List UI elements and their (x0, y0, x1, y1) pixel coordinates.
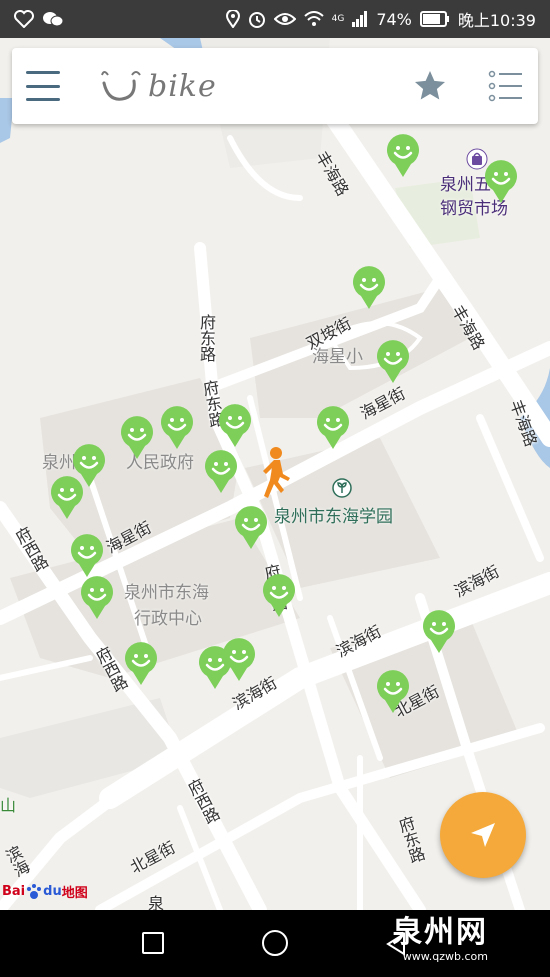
locate-me-button[interactable] (440, 792, 526, 878)
top-app-bar: bike (12, 48, 538, 124)
battery-icon (419, 11, 449, 27)
bike-marker-icon[interactable] (234, 506, 268, 550)
bike-marker-icon[interactable] (204, 450, 238, 494)
bike-marker-icon[interactable] (160, 406, 194, 450)
poi-admin-center-line2: 行政中心 (134, 609, 202, 629)
baidu-bai: Bai (2, 884, 26, 899)
list-menu-icon[interactable] (488, 69, 524, 103)
school-icon (332, 478, 352, 498)
navigation-arrow-icon (471, 823, 495, 847)
eye-icon (273, 13, 296, 25)
bike-marker-icon[interactable] (386, 134, 420, 178)
alarm-icon (248, 12, 265, 28)
app-logo: bike (98, 69, 412, 104)
network-type: 4G (331, 14, 345, 24)
bike-marker-icon[interactable] (70, 534, 104, 578)
bike-marker-icon[interactable] (316, 406, 350, 450)
logo-text: bike (148, 68, 217, 104)
clock-time: 晚上10:39 (457, 11, 536, 30)
road-label-fudong-1: 府东路 (197, 314, 216, 362)
road-label-quan: 泉 (148, 894, 165, 910)
watermark-title: 泉州网 (392, 915, 488, 950)
baidu-du: du (43, 884, 62, 899)
hamburger-menu-icon[interactable] (26, 71, 60, 101)
bike-marker-icon[interactable] (484, 160, 518, 204)
status-right-icons: 4G 74% 晚上10:39 (225, 7, 536, 31)
status-left-icons (14, 10, 64, 28)
home-button[interactable] (262, 930, 288, 956)
bike-marker-icon[interactable] (218, 404, 252, 448)
logo-face-icon (101, 71, 141, 101)
bike-marker-icon[interactable] (262, 574, 296, 618)
battery-percent: 74% (376, 9, 412, 29)
bike-marker-icon[interactable] (222, 638, 256, 682)
favorites-star-icon[interactable] (412, 68, 448, 104)
bike-marker-icon[interactable] (352, 266, 386, 310)
map-view[interactable]: 丰海路 丰海路 丰海路 双垵街 府东路 府东路 府东路 府东路 海星街 海星街 … (0, 38, 550, 910)
poi-donghai-school: 泉州市东海学园 (274, 507, 393, 527)
health-icon (14, 10, 34, 28)
qzwb-watermark: 泉州网 www.qzwb.com (392, 915, 488, 964)
status-bar: 4G 74% 晚上10:39 (0, 0, 550, 38)
bike-marker-icon[interactable] (422, 610, 456, 654)
poi-haixing-school: 海星小 (312, 347, 363, 367)
wifi-icon (303, 11, 324, 26)
bike-marker-icon[interactable] (50, 476, 84, 520)
baidu-paw-icon (27, 883, 42, 899)
signal-icon (352, 11, 368, 27)
user-location-walking-icon (263, 447, 290, 498)
baidu-map-text: 地图 (61, 886, 88, 901)
road-label-mountain: 山 (0, 796, 17, 815)
watermark-url: www.qzwb.com (402, 950, 488, 963)
poi-gov-part1: 泉州 (42, 453, 76, 473)
bike-marker-icon[interactable] (376, 340, 410, 384)
appbar-actions (412, 68, 524, 104)
location-icon (225, 10, 240, 28)
baidu-map-logo: Bai du 地图 (2, 882, 88, 901)
bike-marker-icon[interactable] (376, 670, 410, 714)
bike-marker-icon[interactable] (80, 576, 114, 620)
wechat-icon (43, 12, 64, 27)
bike-marker-icon[interactable] (120, 416, 154, 460)
recent-apps-button[interactable] (142, 932, 164, 954)
bike-marker-icon[interactable] (124, 642, 158, 686)
poi-admin-center-line1: 泉州市东海 (124, 583, 209, 603)
